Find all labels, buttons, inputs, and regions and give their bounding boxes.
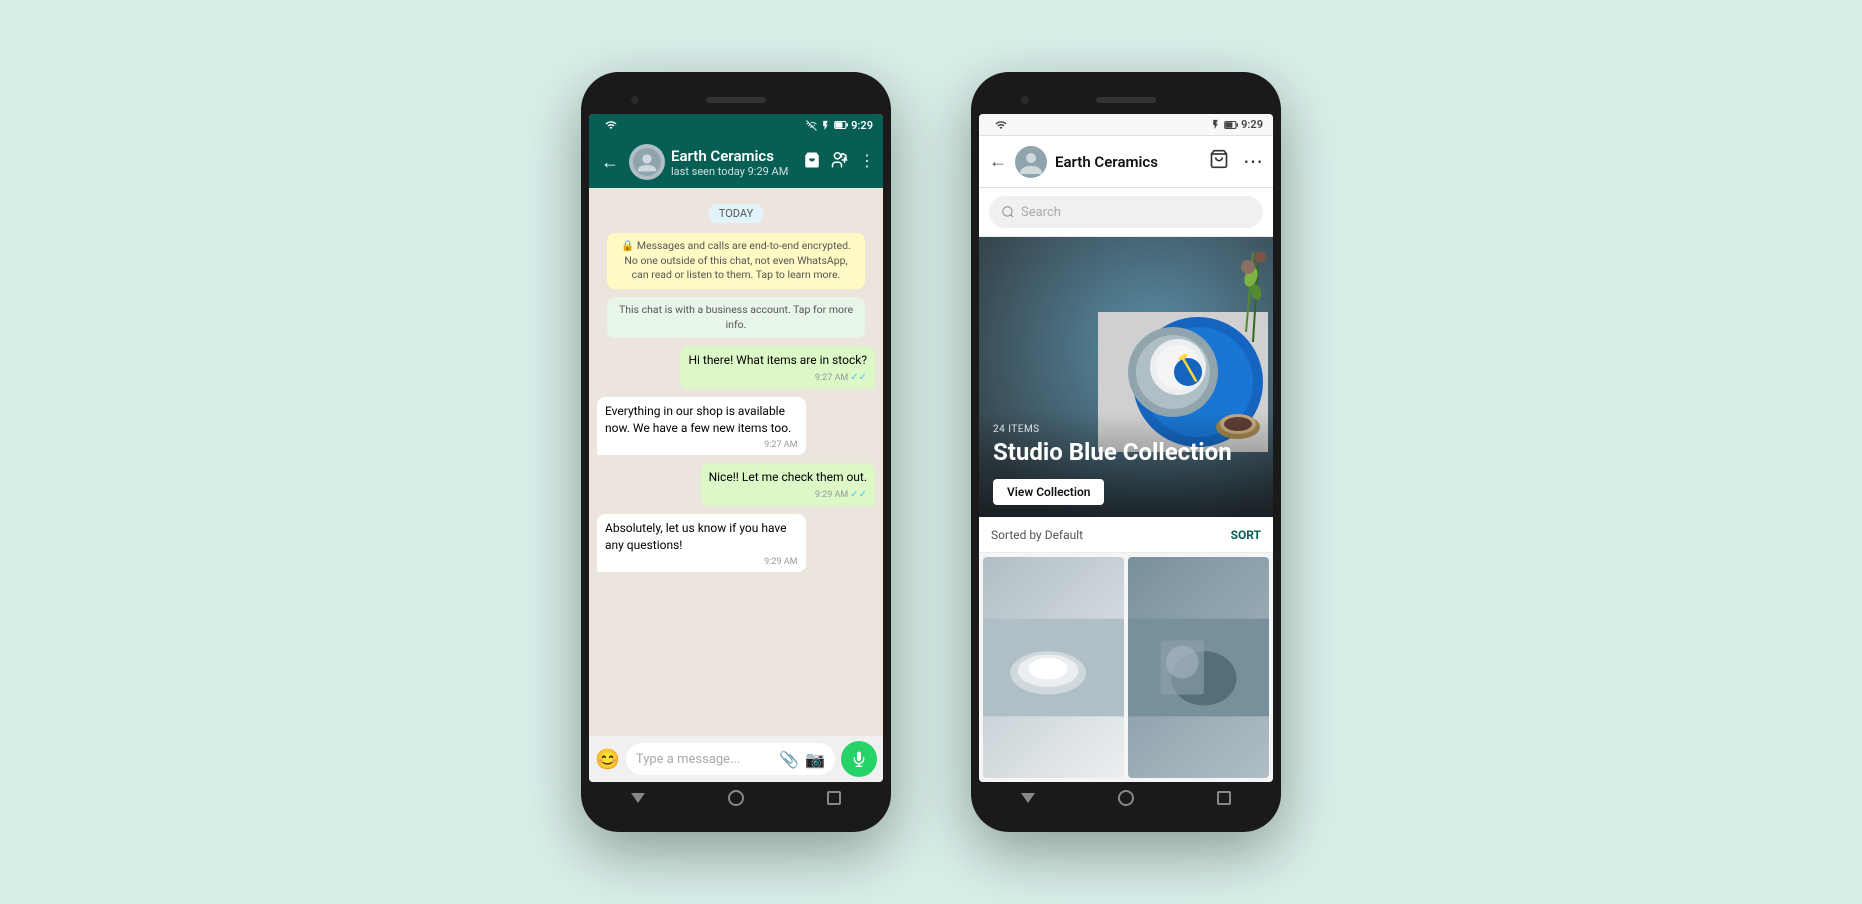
- bubble-text-1: Hi there! What items are in stock?: [688, 353, 867, 367]
- tick-2: ✓✓: [850, 488, 867, 502]
- chat-screen: 9:29 ← Earth Ceramics last seen today 9:…: [589, 114, 883, 782]
- attachment-icon[interactable]: 📎: [779, 750, 799, 769]
- bubble-text-2: Everything in our shop is available now.…: [605, 404, 791, 435]
- chat-header: ← Earth Ceramics last seen today 9:29 AM: [589, 136, 883, 188]
- sort-button[interactable]: SORT: [1231, 528, 1261, 542]
- back-button-1[interactable]: ←: [597, 148, 623, 177]
- banner-items-count: 24 ITEMS: [993, 424, 1259, 435]
- chat-avatar: [629, 144, 665, 180]
- shop-header: ← Earth Ceramics ⋯: [979, 136, 1273, 188]
- tick-1: ✓✓: [850, 371, 867, 385]
- sort-bar: Sorted by Default SORT: [979, 517, 1273, 553]
- chat-input-bar: 😊 Type a message... 📎 📷: [589, 736, 883, 782]
- message-input[interactable]: Type a message... 📎 📷: [626, 743, 835, 775]
- message-sent-1: Hi there! What items are in stock? 9:27 …: [597, 346, 875, 389]
- status-time-1: 9:29: [851, 119, 873, 132]
- bubble-received-2: Absolutely, let us know if you have any …: [597, 514, 806, 572]
- product-card-1[interactable]: [983, 557, 1124, 778]
- recent-nav-2[interactable]: [1217, 791, 1231, 805]
- bubble-sent-1: Hi there! What items are in stock? 9:27 …: [680, 346, 875, 389]
- bubble-sent-2: Nice!! Let me check them out. 9:29 AM ✓✓: [701, 463, 875, 506]
- recent-nav[interactable]: [827, 791, 841, 805]
- product-card-2[interactable]: [1128, 557, 1269, 778]
- camera-icon[interactable]: 📷: [805, 750, 825, 769]
- sort-label: Sorted by Default: [991, 528, 1083, 542]
- phone-1: 9:29 ← Earth Ceramics last seen today 9:…: [581, 72, 891, 832]
- status-bar-2: 9:29: [979, 114, 1273, 136]
- status-icons-1: 9:29: [806, 119, 873, 132]
- encryption-notice[interactable]: 🔒 Messages and calls are end-to-end encr…: [607, 233, 865, 289]
- bubble-received-1: Everything in our shop is available now.…: [597, 397, 806, 455]
- message-placeholder: Type a message...: [636, 752, 771, 767]
- cart-icon[interactable]: [1209, 149, 1229, 174]
- view-collection-button[interactable]: View Collection: [993, 479, 1104, 505]
- speaker-2: [1096, 97, 1156, 103]
- products-grid: [979, 553, 1273, 782]
- shop-name: Earth Ceramics: [1055, 153, 1201, 171]
- message-sent-2: Nice!! Let me check them out. 9:29 AM ✓✓: [597, 463, 875, 506]
- search-input[interactable]: Search: [989, 196, 1263, 228]
- shop-screen: 9:29 ← Earth Ceramics ⋯: [979, 114, 1273, 782]
- contact-name-1: Earth Ceramics: [671, 147, 797, 165]
- contact-status: last seen today 9:29 AM: [671, 165, 797, 178]
- search-placeholder: Search: [1021, 205, 1061, 220]
- message-received-1: Everything in our shop is available now.…: [597, 397, 875, 455]
- bubble-text-4: Absolutely, let us know if you have any …: [605, 521, 787, 552]
- chat-header-info: Earth Ceramics last seen today 9:29 AM: [671, 147, 797, 178]
- home-nav-2[interactable]: [1118, 790, 1134, 806]
- status-bar-1: 9:29: [589, 114, 883, 136]
- back-nav-2[interactable]: [1021, 793, 1035, 803]
- back-nav[interactable]: [631, 793, 645, 803]
- nav-bar-1: [589, 782, 883, 814]
- camera-1: [631, 96, 639, 104]
- shop-action-icons: ⋯: [1209, 149, 1263, 174]
- input-icons: 📎 📷: [779, 750, 825, 769]
- phone-add-icon[interactable]: [831, 151, 849, 173]
- mic-button[interactable]: [841, 741, 877, 777]
- search-bar: Search: [979, 188, 1273, 237]
- emoji-button[interactable]: 😊: [595, 747, 620, 771]
- message-received-2: Absolutely, let us know if you have any …: [597, 514, 875, 572]
- phone-top-1: [589, 86, 883, 114]
- shop-avatar: [1015, 146, 1047, 178]
- back-button-2[interactable]: ←: [989, 151, 1007, 172]
- phone-2: 9:29 ← Earth Ceramics ⋯: [971, 72, 1281, 832]
- banner-overlay: 24 ITEMS Studio Blue Collection View Col…: [979, 412, 1273, 517]
- banner-title: Studio Blue Collection: [993, 439, 1259, 467]
- home-nav[interactable]: [728, 790, 744, 806]
- bubble-text-3: Nice!! Let me check them out.: [709, 470, 867, 484]
- nav-bar-2: [979, 782, 1273, 814]
- more-dots-icon[interactable]: ⋯: [1243, 149, 1263, 174]
- date-divider: TODAY: [597, 202, 875, 221]
- business-notice[interactable]: This chat is with a business account. Ta…: [607, 297, 865, 338]
- phone-top-2: [979, 86, 1273, 114]
- chat-body: TODAY 🔒 Messages and calls are end-to-en…: [589, 188, 883, 736]
- speaker-1: [706, 97, 766, 103]
- status-time-2: 9:29: [1241, 118, 1263, 131]
- shop-banner: 24 ITEMS Studio Blue Collection View Col…: [979, 237, 1273, 517]
- camera-2: [1021, 96, 1029, 104]
- status-icons-2: 9:29: [1210, 118, 1263, 131]
- more-icon[interactable]: ⋮: [859, 151, 875, 173]
- chat-action-icons: ⋮: [803, 151, 875, 173]
- shop-icon[interactable]: [803, 151, 821, 173]
